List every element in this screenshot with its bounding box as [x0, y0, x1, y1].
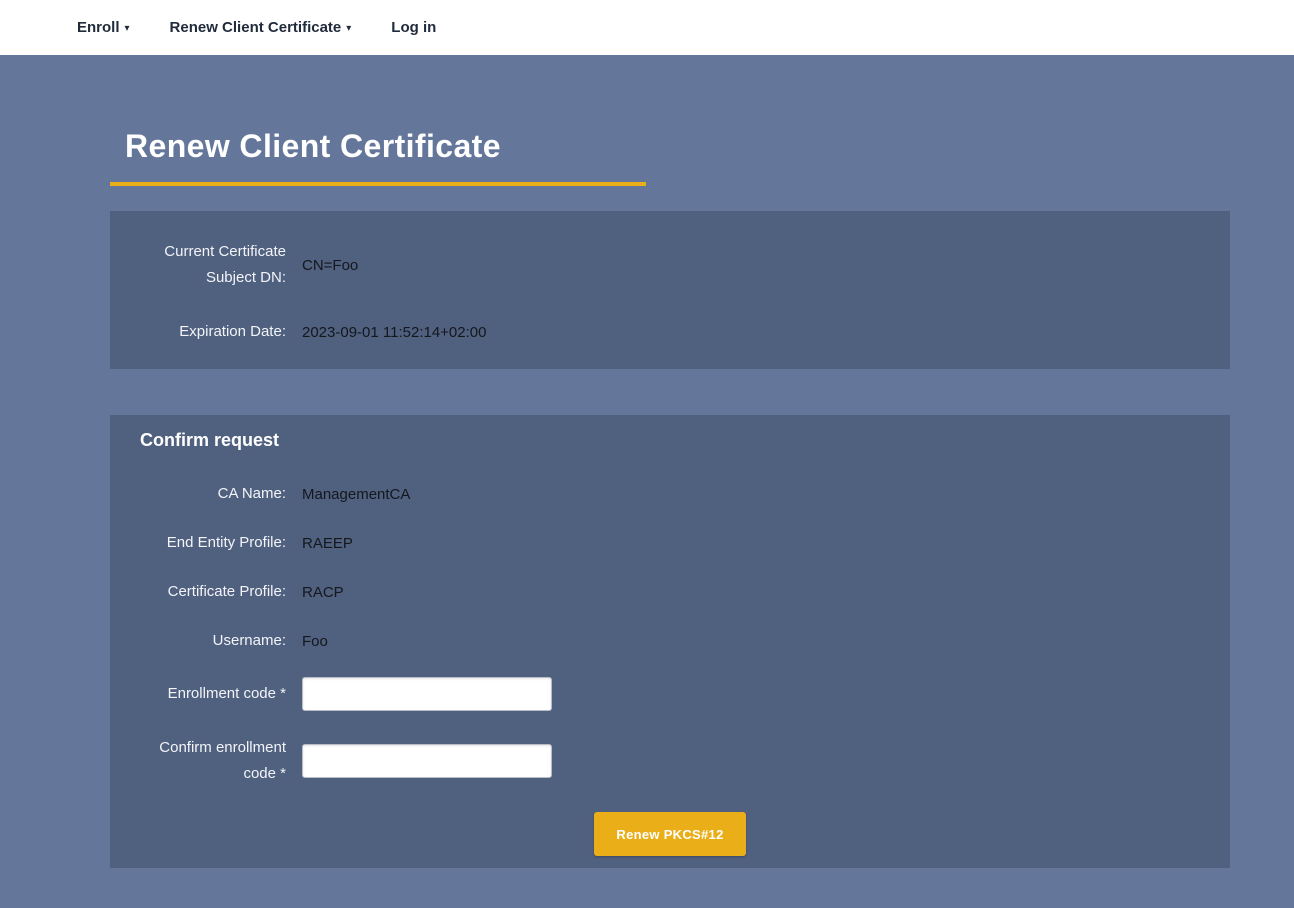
page-title: Renew Client Certificate	[125, 128, 1230, 165]
field-value: RACP	[302, 584, 344, 601]
field-label: Expiration Date:	[130, 319, 286, 345]
field-value: 2023-09-01 11:52:14+02:00	[302, 324, 486, 341]
field-value: CN=Foo	[302, 257, 358, 274]
field-row-certificate-profile: Certificate Profile: RACP	[130, 579, 1210, 605]
field-row-end-entity-profile: End Entity Profile: RAEEP	[130, 530, 1210, 556]
nav-item-log-in[interactable]: Log in	[391, 19, 436, 36]
nav-item-renew-client-certificate[interactable]: Renew Client Certificate ▾	[170, 19, 352, 36]
chevron-down-icon: ▾	[346, 23, 351, 34]
field-row-subject-dn: Current Certificate Subject DN: CN=Foo	[130, 239, 1210, 291]
field-label: Username:	[130, 628, 286, 654]
field-value: ManagementCA	[302, 486, 410, 503]
field-row-confirm-enrollment-code: Confirm enrollment code *	[130, 735, 1210, 787]
field-label: Enrollment code *	[130, 681, 286, 707]
certificate-info-panel: Current Certificate Subject DN: CN=Foo E…	[110, 211, 1230, 369]
main-content: Renew Client Certificate Current Certifi…	[110, 128, 1230, 868]
confirm-enrollment-code-input[interactable]	[302, 744, 552, 778]
field-label: Certificate Profile:	[130, 579, 286, 605]
renew-pkcs12-button[interactable]: Renew PKCS#12	[594, 812, 745, 856]
confirm-request-panel: Confirm request CA Name: ManagementCA En…	[110, 415, 1230, 868]
button-row: Renew PKCS#12	[130, 812, 1210, 856]
field-row-expiration-date: Expiration Date: 2023-09-01 11:52:14+02:…	[130, 319, 1210, 345]
title-underline	[110, 182, 646, 186]
field-row-username: Username: Foo	[130, 628, 1210, 654]
field-label: CA Name:	[130, 481, 286, 507]
field-label: Current Certificate Subject DN:	[130, 239, 286, 291]
nav-item-enroll-label: Enroll	[77, 19, 120, 36]
field-row-enrollment-code: Enrollment code *	[130, 677, 1210, 711]
enrollment-code-input[interactable]	[302, 677, 552, 711]
nav-item-renew-label: Renew Client Certificate	[170, 19, 342, 36]
field-label: End Entity Profile:	[130, 530, 286, 556]
field-row-ca-name: CA Name: ManagementCA	[130, 481, 1210, 507]
top-navbar: Enroll ▾ Renew Client Certificate ▾ Log …	[0, 0, 1294, 55]
confirm-request-heading: Confirm request	[140, 430, 1210, 451]
field-value: Foo	[302, 633, 328, 650]
field-label: Confirm enrollment code *	[130, 735, 286, 787]
nav-item-login-label: Log in	[391, 19, 436, 36]
nav-item-enroll[interactable]: Enroll ▾	[77, 19, 130, 36]
chevron-down-icon: ▾	[125, 23, 130, 34]
field-value: RAEEP	[302, 535, 353, 552]
